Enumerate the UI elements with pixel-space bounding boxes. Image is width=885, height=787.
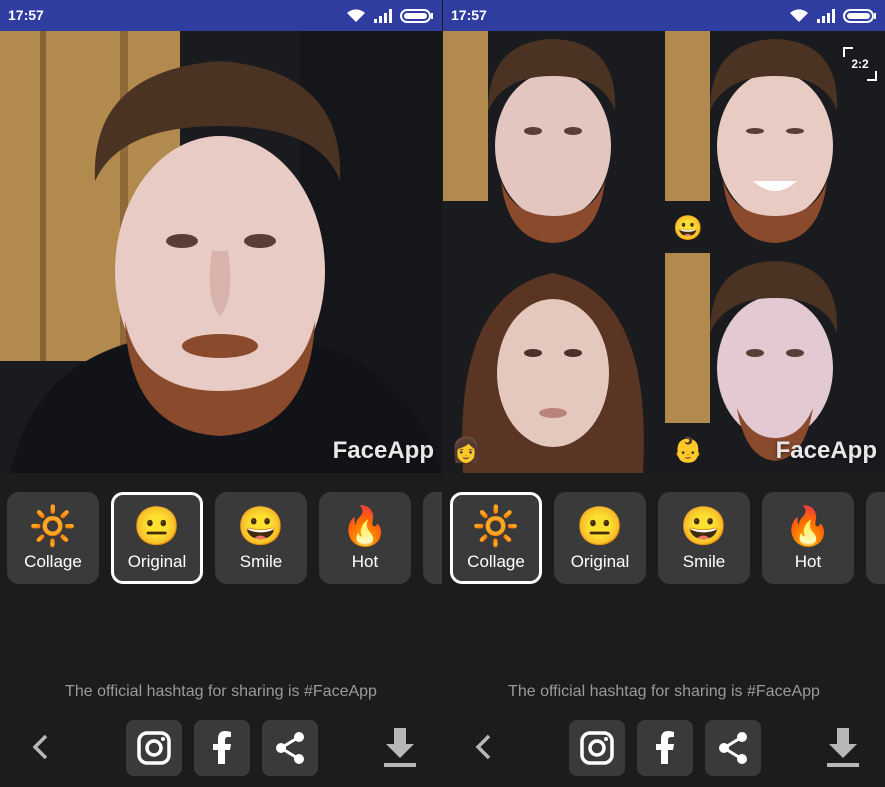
fire-icon: 🔥	[341, 506, 389, 548]
battery-icon	[400, 8, 433, 23]
battery-icon	[843, 8, 876, 23]
status-bar: 17:57	[0, 0, 442, 31]
instagram-button[interactable]	[126, 720, 182, 776]
bottom-bar	[0, 720, 442, 776]
collage-cell-original[interactable]	[443, 31, 663, 251]
status-time: 17:57	[451, 7, 487, 23]
filter-strip: 🔆 Collage 😐 Original 😀 Smile 🔥 Hot	[0, 492, 442, 584]
filter-hot[interactable]: 🔥 Hot	[762, 492, 854, 584]
hashtag-text: The official hashtag for sharing is #Fac…	[508, 683, 820, 700]
faceapp-watermark: FaceApp	[332, 437, 434, 464]
hashtag-text: The official hashtag for sharing is #Fac…	[65, 683, 377, 700]
instagram-button[interactable]	[569, 720, 625, 776]
smile-face-icon: 😀	[237, 506, 285, 548]
collage-grid: 2:2 😀 👩 👶 FaceApp	[443, 31, 885, 473]
fire-icon: 🔥	[784, 506, 832, 548]
filter-label: Hot	[351, 552, 379, 571]
filter-label: Original	[127, 552, 187, 571]
share-button[interactable]	[262, 720, 318, 776]
filter-next-partial[interactable]	[866, 492, 885, 584]
filter-label: Hot	[794, 552, 822, 571]
instagram-icon	[137, 731, 171, 765]
smile-face-icon: 😀	[680, 506, 728, 548]
download-icon[interactable]	[823, 726, 863, 770]
filter-collage[interactable]: 🔆 Collage	[7, 492, 99, 584]
instagram-icon	[580, 731, 614, 765]
collage-cell-young[interactable]: 👶 FaceApp	[665, 253, 885, 473]
facebook-button[interactable]	[194, 720, 250, 776]
baby-icon: 👶	[673, 437, 703, 464]
aspect-ratio-badge[interactable]: 2:2	[843, 47, 877, 81]
filter-smile[interactable]: 😀 Smile	[215, 492, 307, 584]
filter-hot[interactable]: 🔥 Hot	[319, 492, 411, 584]
signal-icon	[817, 8, 835, 23]
woman-icon: 👩	[451, 437, 481, 464]
left-screen: 17:57 FaceApp 🔆 Collage 😐 Original 😀 Smi…	[0, 0, 442, 787]
filter-next-partial[interactable]	[423, 492, 442, 584]
collage-icon: 🔆	[29, 506, 77, 548]
faceapp-watermark: FaceApp	[775, 437, 877, 464]
collage-icon: 🔆	[472, 506, 520, 548]
facebook-icon	[213, 731, 231, 764]
neutral-face-icon: 😐	[576, 506, 624, 548]
filter-label: Collage	[467, 552, 525, 571]
filter-original[interactable]: 😐 Original	[554, 492, 646, 584]
chevron-left-icon[interactable]	[26, 732, 56, 762]
filter-collage[interactable]: 🔆 Collage	[450, 492, 542, 584]
filter-smile[interactable]: 😀 Smile	[658, 492, 750, 584]
wifi-icon	[790, 9, 808, 22]
smile-face-icon: 😀	[673, 215, 703, 242]
download-icon[interactable]	[380, 726, 420, 770]
filter-original[interactable]: 😐 Original	[111, 492, 203, 584]
right-screen: 17:57 2:2 😀 👩 👶 FaceApp 🔆 Collage 😐 Orig…	[443, 0, 885, 787]
filter-label: Smile	[682, 552, 726, 571]
signal-icon	[374, 8, 392, 23]
status-time: 17:57	[8, 7, 44, 23]
facebook-button[interactable]	[637, 720, 693, 776]
wifi-icon	[347, 9, 365, 22]
filter-label: Original	[570, 552, 630, 571]
filter-strip: 🔆 Collage 😐 Original 😀 Smile 🔥 Hot	[443, 492, 885, 584]
collage-cell-smile[interactable]: 2:2 😀	[665, 31, 885, 251]
collage-cell-female[interactable]: 👩	[443, 253, 663, 473]
share-icon	[276, 732, 304, 764]
facebook-icon	[656, 731, 674, 764]
share-icon	[719, 732, 747, 764]
filter-label: Smile	[239, 552, 283, 571]
chevron-left-icon[interactable]	[469, 732, 499, 762]
share-button[interactable]	[705, 720, 761, 776]
status-bar: 17:57	[443, 0, 885, 31]
bottom-bar	[443, 720, 885, 776]
neutral-face-icon: 😐	[133, 506, 181, 548]
main-photo: FaceApp	[0, 31, 442, 473]
filter-label: Collage	[24, 552, 82, 571]
